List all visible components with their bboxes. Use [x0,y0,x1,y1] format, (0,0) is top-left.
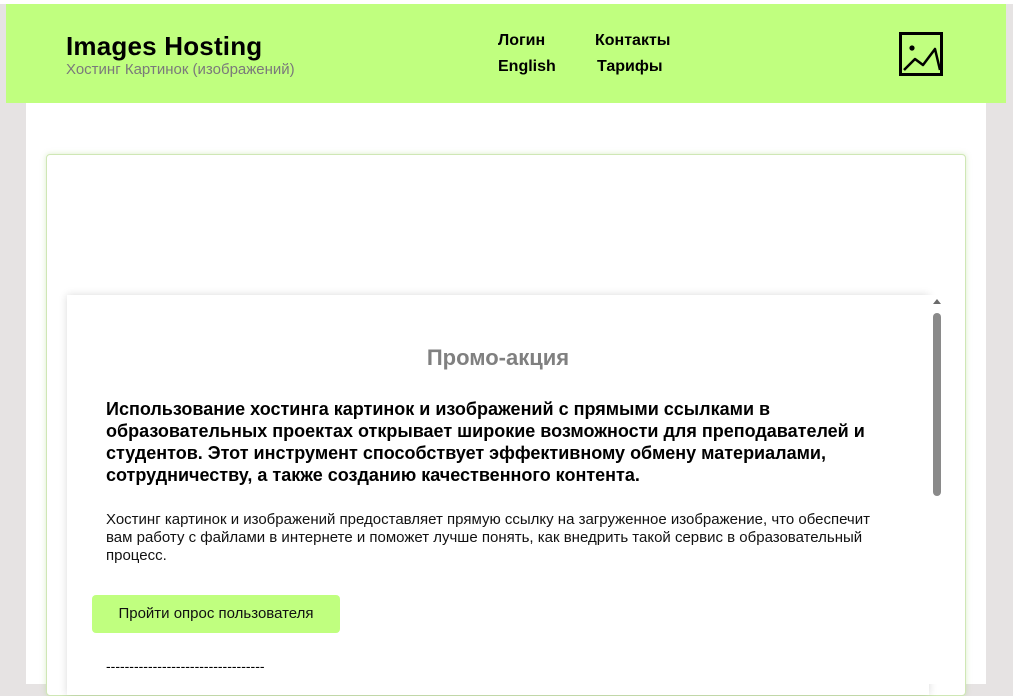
page: Images Hosting Хостинг Картинок (изображ… [0,0,1013,696]
site-header: Images Hosting Хостинг Картинок (изображ… [6,4,1006,103]
image-icon[interactable] [899,32,943,76]
text-divider: ---------------------------------- [106,658,265,674]
promo-body-text: Хостинг картинок и изображений предостав… [106,511,870,564]
scroll-up-arrow-icon[interactable] [933,299,941,304]
nav-english-link[interactable]: English [498,58,556,76]
promo-title: Промо-акция [426,345,570,370]
promo-lead-text: Использование хостинга картинок и изобра… [106,399,865,485]
site-subtitle: Хостинг Картинок (изображений) [66,61,295,78]
scroll-thumb[interactable] [933,313,941,496]
take-survey-button[interactable]: Пройти опрос пользователя [92,595,340,633]
nav-contacts-link[interactable]: Контакты [595,32,670,50]
nav-tariffs-link[interactable]: Тарифы [597,58,663,76]
site-title[interactable]: Images Hosting [66,31,262,62]
nav-login-link[interactable]: Логин [498,32,545,50]
